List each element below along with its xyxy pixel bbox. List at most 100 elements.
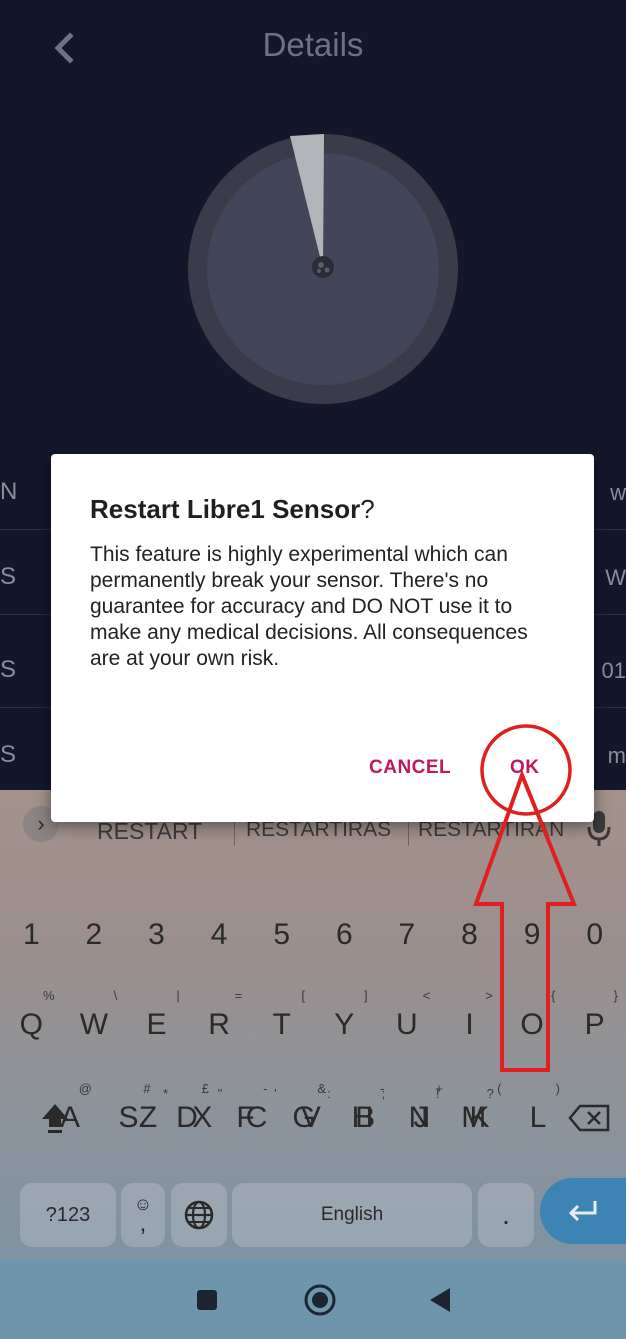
- key-z[interactable]: Z *: [124, 1086, 172, 1148]
- key-c[interactable]: C ': [233, 1086, 281, 1148]
- key-2[interactable]: 2: [67, 900, 122, 970]
- key-label: X: [192, 1101, 213, 1134]
- key-b[interactable]: B;: [341, 1086, 389, 1148]
- shift-icon: [42, 1104, 68, 1133]
- detail-value: W: [605, 565, 626, 590]
- key-label: B: [355, 1101, 376, 1134]
- emoji-comma-key[interactable]: ☺ ,: [121, 1183, 165, 1247]
- backspace-key[interactable]: [562, 1088, 618, 1148]
- sensor-progress-dial: [188, 134, 458, 404]
- space-bar[interactable]: English: [232, 1183, 472, 1247]
- top-bar: Details: [0, 0, 626, 100]
- circle-icon: [304, 1284, 336, 1316]
- key-secondary-label: ;: [381, 1086, 386, 1101]
- key-4[interactable]: 4: [192, 900, 247, 970]
- enter-key[interactable]: [540, 1178, 626, 1244]
- key-secondary-label: {: [551, 988, 556, 1003]
- key-secondary-label: ): [555, 1081, 560, 1096]
- key-o[interactable]: O{: [505, 988, 560, 1060]
- recents-button[interactable]: [187, 1280, 227, 1320]
- key-i[interactable]: I >: [442, 988, 497, 1060]
- key-label: 1: [22, 918, 40, 951]
- key-secondary-label: [: [301, 988, 305, 1003]
- key-label: 0: [586, 918, 604, 951]
- home-button[interactable]: [300, 1280, 340, 1320]
- key-secondary-label: (: [497, 1081, 502, 1096]
- key-secondary-label: }: [613, 988, 618, 1003]
- key-label: C: [245, 1101, 268, 1134]
- key-secondary-label: ?: [486, 1086, 494, 1101]
- dialog-title-text: Restart Libre1 Sensor: [90, 494, 361, 524]
- key-secondary-label: @: [78, 1081, 92, 1096]
- key-secondary-label: *: [162, 1086, 168, 1101]
- key-label: M: [461, 1101, 487, 1134]
- ok-button[interactable]: OK: [510, 757, 540, 779]
- key-7[interactable]: 7: [380, 900, 435, 970]
- detail-label: N: [0, 478, 18, 505]
- triangle-back-icon: [430, 1288, 450, 1312]
- key-x[interactable]: X ": [178, 1086, 226, 1148]
- key-m[interactable]: M?: [450, 1086, 498, 1148]
- key-r[interactable]: R =: [192, 988, 247, 1060]
- key-secondary-label: ": [217, 1086, 223, 1101]
- key-e[interactable]: E |: [129, 988, 184, 1060]
- cancel-button[interactable]: CANCEL: [369, 757, 451, 779]
- key-secondary-label: >: [485, 988, 493, 1003]
- key-6[interactable]: 6: [317, 900, 372, 970]
- detail-label: S: [0, 563, 17, 590]
- key-label: 4: [210, 918, 228, 951]
- key-0[interactable]: 0: [567, 900, 622, 970]
- key-1[interactable]: 1: [4, 900, 59, 970]
- soft-keyboard: › RESTART RESTARTIRAS RESTARTIRAN 123456…: [0, 790, 626, 1260]
- key-label: P: [584, 1008, 605, 1041]
- key-p[interactable]: P}: [567, 988, 622, 1060]
- enter-icon: [568, 1201, 597, 1222]
- language-key[interactable]: [171, 1183, 227, 1247]
- key-9[interactable]: 9: [505, 900, 560, 970]
- key-3[interactable]: 3: [129, 900, 184, 970]
- key-secondary-label: ]: [363, 988, 368, 1003]
- key-label: 7: [398, 918, 416, 951]
- key-y[interactable]: Y]: [317, 988, 372, 1060]
- key-label: V: [300, 1101, 321, 1134]
- key-label: 3: [148, 918, 165, 951]
- period-key[interactable]: .: [478, 1183, 534, 1247]
- key-label: Z: [138, 1101, 158, 1134]
- symbols-key[interactable]: ?123: [20, 1183, 116, 1247]
- key-8[interactable]: 8: [442, 900, 497, 970]
- key-label: E: [146, 1008, 167, 1041]
- key-label: N: [408, 1101, 431, 1134]
- key-secondary-label: =: [234, 988, 243, 1003]
- key-label: 6: [335, 918, 353, 951]
- key-u[interactable]: U <: [380, 988, 435, 1060]
- dialog-title-mark: ?: [360, 494, 375, 524]
- key-v[interactable]: V:: [287, 1086, 335, 1148]
- key-label: Q: [19, 1008, 43, 1041]
- key-q[interactable]: Q%: [4, 988, 59, 1060]
- detail-value: w: [610, 480, 626, 505]
- suggestion[interactable]: RESTART: [97, 818, 202, 845]
- key-t[interactable]: T[: [254, 988, 309, 1060]
- key-n[interactable]: N!: [396, 1086, 444, 1148]
- key-label: 5: [273, 918, 291, 951]
- key-l[interactable]: L): [512, 1081, 564, 1153]
- system-back-button[interactable]: [420, 1280, 460, 1320]
- detail-label: S: [0, 656, 17, 683]
- key-label: R: [208, 1008, 230, 1041]
- key-label: I: [465, 1008, 474, 1041]
- shift-key[interactable]: [30, 1088, 80, 1148]
- key-secondary-label: \: [113, 988, 118, 1003]
- key-w[interactable]: W \: [67, 988, 122, 1060]
- key-label: 8: [461, 918, 478, 951]
- key-secondary-label: ': [274, 1086, 277, 1101]
- comma-label: ,: [139, 1210, 147, 1237]
- key-secondary-label: :: [327, 1086, 331, 1101]
- key-5[interactable]: 5: [254, 900, 309, 970]
- backspace-icon: [568, 1104, 610, 1132]
- detail-value: 01: [601, 658, 626, 683]
- detail-value: m: [607, 743, 626, 768]
- key-secondary-label: <: [422, 988, 431, 1003]
- key-secondary-label: !: [435, 1086, 440, 1101]
- globe-icon: [184, 1200, 214, 1230]
- detail-label: S: [0, 741, 17, 768]
